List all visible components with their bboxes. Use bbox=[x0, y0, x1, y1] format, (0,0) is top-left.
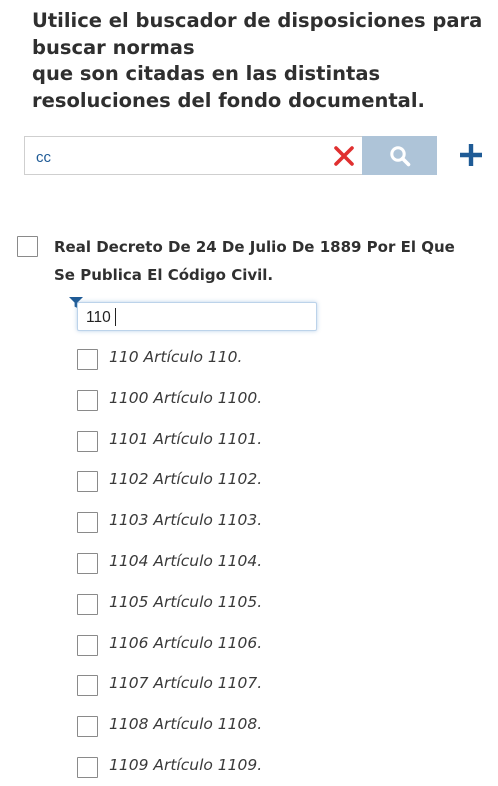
article-checkbox[interactable] bbox=[77, 512, 98, 534]
article-checkbox[interactable] bbox=[77, 349, 98, 370]
intro-line: que son citadas en las distintas bbox=[32, 62, 381, 85]
article-label: 1105 Artículo 1105. bbox=[109, 592, 263, 611]
article-filter-input[interactable] bbox=[77, 302, 317, 331]
article-label: 1109 Artículo 1109. bbox=[109, 755, 263, 774]
article-checkbox[interactable] bbox=[77, 675, 98, 697]
list-item[interactable]: 1108 Artículo 1108. bbox=[77, 706, 377, 747]
article-label: 1100 Artículo 1100. bbox=[109, 388, 263, 407]
article-label: 1106 Artículo 1106. bbox=[109, 633, 263, 652]
article-checkbox[interactable] bbox=[77, 471, 98, 493]
article-label: 1103 Artículo 1103. bbox=[109, 511, 263, 530]
article-label: 1107 Artículo 1107. bbox=[109, 674, 263, 693]
list-item[interactable]: 1104 Artículo 1104. bbox=[77, 543, 377, 584]
norm-title-line: Se Publica El Código Civil. bbox=[54, 266, 274, 284]
article-checkbox[interactable] bbox=[77, 593, 98, 615]
plus-icon bbox=[460, 144, 482, 166]
list-item[interactable]: 1109 Artículo 1109. bbox=[77, 747, 377, 786]
search-bar bbox=[24, 136, 486, 175]
norm-title: Real Decreto De 24 De Julio De 1889 Por … bbox=[54, 233, 474, 289]
text-cursor bbox=[115, 308, 116, 326]
article-checkbox[interactable] bbox=[77, 430, 98, 452]
list-item[interactable]: 1100 Artículo 1100. bbox=[77, 380, 377, 421]
article-label: 110 Artículo 110. bbox=[109, 348, 243, 366]
list-item[interactable]: 1103 Artículo 1103. bbox=[77, 502, 377, 543]
add-filter-button[interactable] bbox=[456, 140, 486, 170]
magnifier-icon bbox=[390, 146, 411, 167]
article-label: 1102 Artículo 1102. bbox=[109, 470, 263, 489]
list-item[interactable]: 1106 Artículo 1106. bbox=[77, 625, 377, 666]
article-checkbox[interactable] bbox=[77, 756, 98, 778]
article-checkbox[interactable] bbox=[77, 634, 98, 656]
list-item[interactable]: 1102 Artículo 1102. bbox=[77, 461, 377, 502]
intro-line: buscar normas bbox=[32, 35, 195, 59]
article-checkbox[interactable] bbox=[77, 552, 98, 574]
article-label: 1108 Artículo 1108. bbox=[109, 715, 263, 734]
intro-line: Utilice el buscador de disposiciones par… bbox=[32, 9, 483, 32]
article-label: 1104 Artículo 1104. bbox=[109, 551, 263, 570]
norm-checkbox[interactable] bbox=[17, 236, 38, 257]
search-button[interactable] bbox=[362, 136, 437, 175]
search-input[interactable] bbox=[24, 136, 364, 175]
list-item[interactable]: 1101 Artículo 1101. bbox=[77, 421, 377, 462]
article-list: 110 Artículo 110. 1100 Artículo 1100. 11… bbox=[77, 339, 377, 786]
list-item[interactable]: 1105 Artículo 1105. bbox=[77, 584, 377, 625]
article-checkbox[interactable] bbox=[77, 716, 98, 738]
close-icon bbox=[334, 146, 354, 166]
article-checkbox[interactable] bbox=[77, 389, 98, 411]
norm-title-line: Real Decreto De 24 De Julio De 1889 Por … bbox=[54, 238, 455, 256]
intro-text: Utilice el buscador de disposiciones par… bbox=[32, 8, 488, 114]
article-label: 1101 Artículo 1101. bbox=[109, 429, 263, 448]
list-item[interactable]: 1107 Artículo 1107. bbox=[77, 665, 377, 706]
intro-line: resoluciones del fondo documental. bbox=[32, 88, 425, 112]
clear-search-button[interactable] bbox=[332, 144, 356, 168]
list-item[interactable]: 110 Artículo 110. bbox=[77, 339, 377, 380]
